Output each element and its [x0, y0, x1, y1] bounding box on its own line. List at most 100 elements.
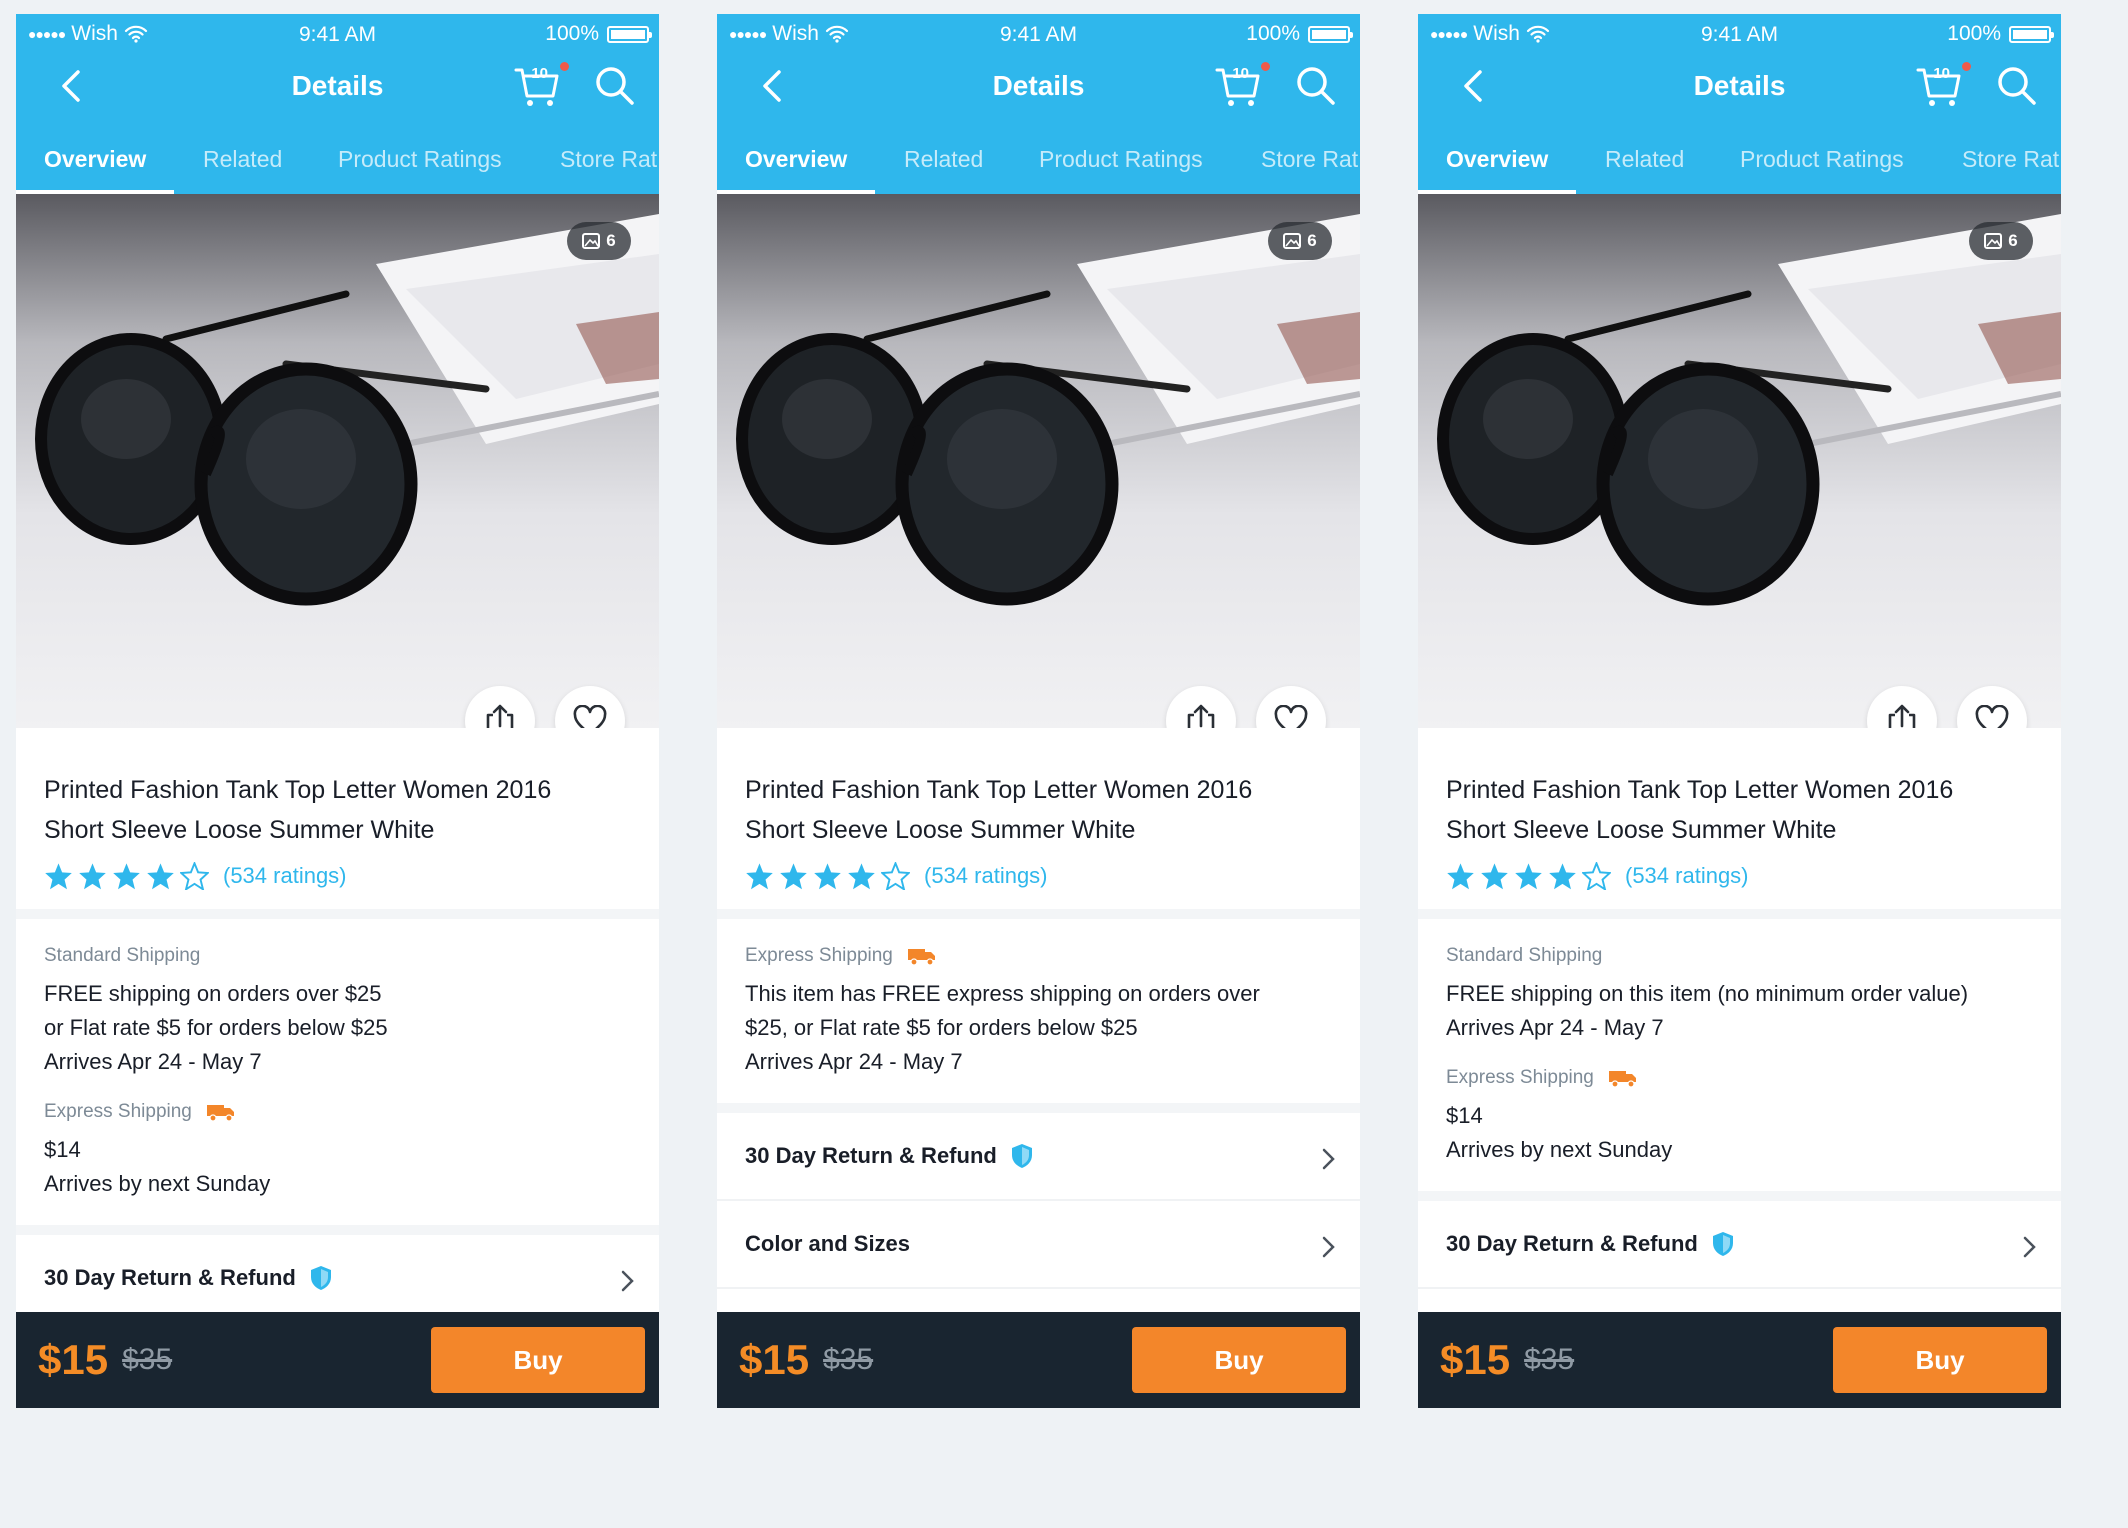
tab-bar: Overview Related Product Ratings Store R… — [717, 120, 1360, 194]
tab-product-ratings[interactable]: Product Ratings — [1039, 146, 1203, 173]
return-refund-row[interactable]: 30 Day Return & Refund — [1418, 1201, 2061, 1289]
tab-product-ratings[interactable]: Product Ratings — [338, 146, 502, 173]
star-icon — [1515, 863, 1542, 890]
standard-shipping-text: FREE shipping on orders over $25 or Flat… — [44, 981, 388, 1074]
photo-count-badge[interactable]: 6 — [1969, 222, 2033, 260]
sunglasses-image — [1437, 214, 2061, 606]
express-shipping-text: $14 Arrives by next Sunday — [1446, 1103, 1673, 1162]
product-info: Printed Fashion Tank Top Letter Women 20… — [1418, 728, 2061, 919]
tab-related[interactable]: Related — [203, 146, 282, 173]
shield-icon — [310, 1266, 331, 1290]
star-icon — [848, 863, 875, 890]
page-title: Details — [992, 70, 1085, 101]
star-icon — [45, 863, 72, 890]
express-shipping-label: Express Shipping — [44, 1101, 631, 1123]
tab-store-ratings[interactable]: Store Rat — [560, 146, 657, 173]
standard-shipping-label: Standard Shipping — [44, 945, 201, 966]
return-refund-row[interactable]: 30 Day Return & Refund — [717, 1113, 1360, 1201]
ratings-count-link[interactable]: (534 ratings) — [1625, 863, 1749, 889]
ratings-count-link[interactable]: (534 ratings) — [924, 863, 1048, 889]
current-price: $15 — [739, 1336, 810, 1383]
buy-bar: $15 $35 Buy — [16, 1312, 659, 1408]
battery-icon — [2009, 25, 2054, 43]
star-outline-icon — [881, 862, 910, 890]
search-icon[interactable] — [1294, 64, 1336, 106]
status-bar: ●●●●● Wish 9:41 AM 100% — [1418, 14, 2061, 52]
star-icon — [746, 863, 773, 890]
star-outline-icon — [1582, 862, 1611, 890]
top-bar: ●●●●● Wish 9:41 AM 100% Details 10 Overv… — [717, 14, 1360, 194]
chevron-right-icon — [621, 1270, 634, 1292]
rating-row[interactable]: (534 ratings) — [1446, 862, 2033, 890]
gallery-icon — [582, 233, 601, 249]
rating-row[interactable]: (534 ratings) — [44, 862, 631, 890]
sunglasses-image — [35, 214, 659, 606]
photo-count-badge[interactable]: 6 — [567, 222, 631, 260]
tab-product-ratings[interactable]: Product Ratings — [1740, 146, 1904, 173]
ratings-count-link[interactable]: (534 ratings) — [223, 863, 347, 889]
color-sizes-row[interactable]: Color and Sizes — [717, 1201, 1360, 1289]
tab-overview[interactable]: Overview — [1446, 146, 1548, 173]
heart-icon — [573, 705, 607, 728]
tab-overview[interactable]: Overview — [44, 146, 146, 173]
tab-related[interactable]: Related — [904, 146, 983, 173]
tab-store-ratings[interactable]: Store Rat — [1261, 146, 1358, 173]
search-icon[interactable] — [593, 64, 635, 106]
return-refund-row[interactable]: 30 Day Return & Refund — [16, 1235, 659, 1323]
status-bar: ●●●●● Wish 9:41 AM 100% — [16, 14, 659, 52]
page-title: Details — [1693, 70, 1786, 101]
star-rating — [44, 862, 209, 890]
star-icon — [1549, 863, 1576, 890]
search-icon[interactable] — [1995, 64, 2037, 106]
star-icon — [147, 863, 174, 890]
buy-button[interactable]: Buy — [431, 1327, 645, 1393]
express-shipping-text: $14 Arrives by next Sunday — [44, 1137, 271, 1196]
standard-shipping-label: Standard Shipping — [1446, 945, 1603, 966]
original-price: $35 — [122, 1343, 173, 1376]
battery-percent: 100% — [1947, 22, 2001, 45]
product-photo[interactable]: 6 — [1418, 194, 2061, 728]
product-info: Printed Fashion Tank Top Letter Women 20… — [16, 728, 659, 919]
star-icon — [113, 863, 140, 890]
gallery-icon — [1984, 233, 2003, 249]
battery-icon — [1308, 25, 1353, 43]
rating-row[interactable]: (534 ratings) — [745, 862, 1332, 890]
status-bar: ●●●●● Wish 9:41 AM 100% — [717, 14, 1360, 52]
current-price: $15 — [1440, 1336, 1511, 1383]
tab-store-ratings[interactable]: Store Rat — [1962, 146, 2059, 173]
phone-screen-free-standard: ●●●●● Wish 9:41 AM 100% Details 10 Overv… — [1418, 14, 2061, 1408]
original-price: $35 — [1524, 1343, 1575, 1376]
standard-shipping-text: FREE shipping on this item (no minimum o… — [1446, 981, 1969, 1040]
express-shipping-label: Express Shipping — [1446, 1067, 2033, 1089]
phone-screen-standard-and-express: ●●●●● Wish 9:41 AM 100% Details 10 Overv… — [16, 14, 659, 1408]
star-outline-icon — [180, 862, 209, 890]
photo-count-badge[interactable]: 6 — [1268, 222, 1332, 260]
battery-percent: 100% — [1246, 22, 1300, 45]
star-icon — [79, 863, 106, 890]
truck-icon — [1608, 1071, 1636, 1088]
buy-bar: $15 $35 Buy — [1418, 1312, 2061, 1408]
shipping-section: Standard Shipping FREE shipping on order… — [16, 919, 659, 1235]
star-icon — [1447, 863, 1474, 890]
product-title: Printed Fashion Tank Top Letter Women 20… — [745, 776, 1253, 844]
buy-button[interactable]: Buy — [1132, 1327, 1346, 1393]
star-icon — [814, 863, 841, 890]
share-icon — [486, 704, 514, 728]
gallery-icon — [1283, 233, 1302, 249]
product-photo[interactable]: 6 — [16, 194, 659, 728]
buy-button[interactable]: Buy — [1833, 1327, 2047, 1393]
chevron-right-icon — [1322, 1148, 1335, 1170]
cart-count-badge: 10 — [1232, 65, 1249, 82]
shield-icon — [1011, 1144, 1032, 1168]
original-price: $35 — [823, 1343, 874, 1376]
cart-notification-dot — [1261, 62, 1270, 71]
product-photo[interactable]: 6 — [717, 194, 1360, 728]
tab-overview[interactable]: Overview — [745, 146, 847, 173]
express-shipping-label: Express Shipping — [745, 945, 1332, 967]
star-rating — [1446, 862, 1611, 890]
cart-count-badge: 10 — [531, 65, 548, 82]
share-icon — [1187, 704, 1215, 728]
tab-related[interactable]: Related — [1605, 146, 1684, 173]
chevron-right-icon — [1322, 1236, 1335, 1258]
page-title: Details — [291, 70, 384, 101]
